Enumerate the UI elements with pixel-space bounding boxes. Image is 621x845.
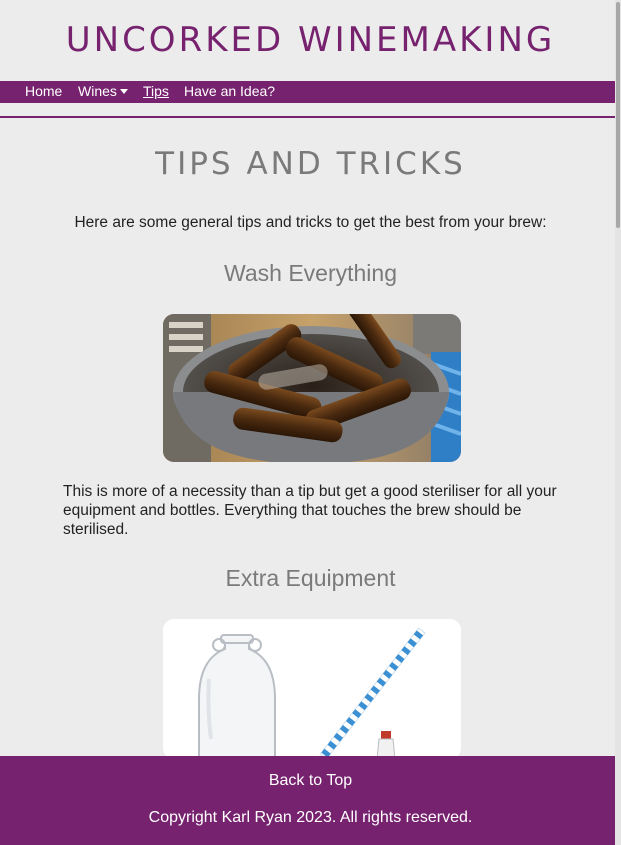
page-footer: Back to Top Copyright Karl Ryan 2023. Al… [0,756,621,845]
wash-everything-text: This is more of a necessity than a tip b… [63,483,557,538]
scrollbar-thumb[interactable] [616,2,620,228]
nav-wines-dropdown[interactable]: Wines [78,83,128,100]
intro-text: Here are some general tips and tricks to… [74,214,547,231]
nav-home-link[interactable]: Home [25,83,62,100]
wash-everything-image [163,314,461,462]
site-title[interactable]: UNCORKED WINEMAKING [0,20,621,60]
page: UNCORKED WINEMAKING Home Wines Tips Have… [0,0,621,845]
nav-wines-label: Wines [78,83,117,99]
nav-have-an-idea-link[interactable]: Have an Idea? [184,83,275,100]
scrollbar[interactable] [615,0,621,845]
back-to-top-link[interactable]: Back to Top [0,772,621,790]
section-heading-extra-equipment: Extra Equipment [225,565,396,591]
extra-equipment-image [163,619,461,759]
section-heading-wash-everything: Wash Everything [224,260,397,286]
main-navbar: Home Wines Tips Have an Idea? [0,81,621,103]
caret-down-icon [119,89,128,94]
page-heading: TIPS AND TRICKS [155,146,466,182]
nav-tips-link[interactable]: Tips [143,83,169,100]
copyright-text: Copyright Karl Ryan 2023. All rights res… [148,809,473,826]
header-divider [0,116,621,118]
